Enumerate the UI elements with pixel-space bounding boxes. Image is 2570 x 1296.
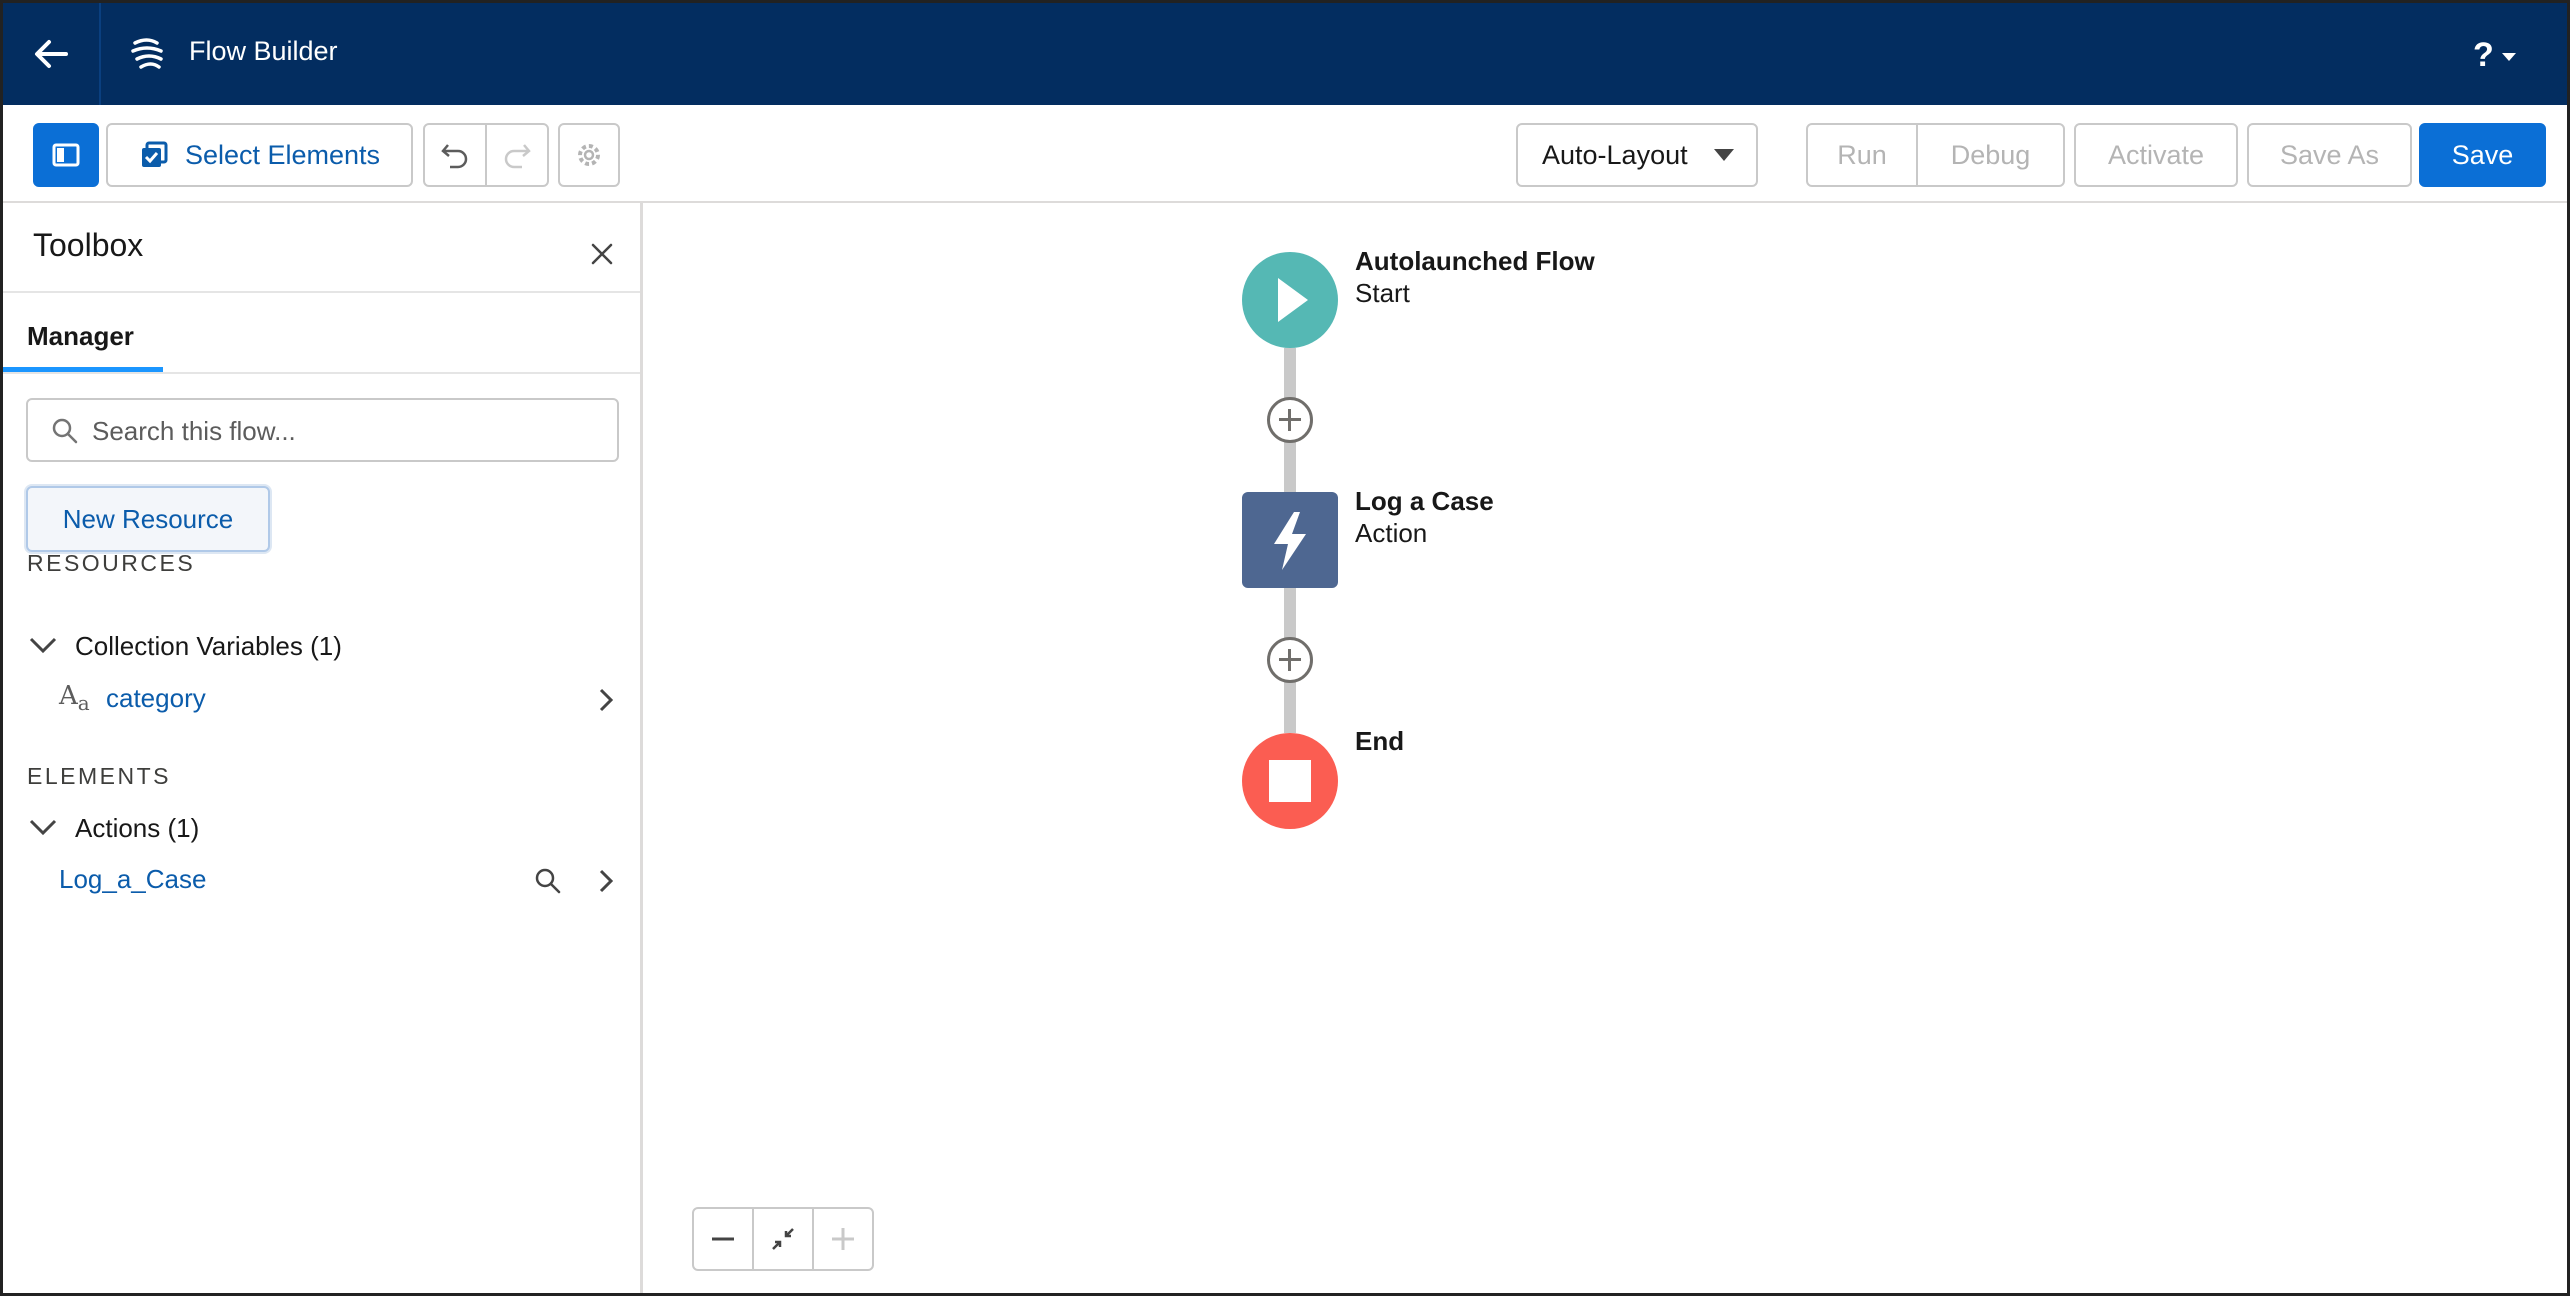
text-type-icon: Aa	[59, 681, 90, 715]
zoom-out-icon	[712, 1237, 734, 1241]
collection-variables-group[interactable]: Collection Variables (1)	[3, 621, 640, 671]
resources-heading: RESOURCES	[27, 550, 196, 576]
resource-link[interactable]: category	[106, 683, 206, 714]
chevron-down-icon	[29, 637, 57, 654]
search-flow-input[interactable]	[92, 412, 592, 450]
group-label: Collection Variables (1)	[75, 631, 342, 661]
run-button[interactable]: Run	[1806, 123, 1918, 187]
search-icon[interactable]	[533, 866, 563, 896]
app-title: Flow Builder	[189, 36, 338, 66]
toolbox-title: Toolbox	[33, 227, 144, 263]
fit-to-view-button[interactable]	[752, 1207, 814, 1271]
start-node[interactable]	[1242, 252, 1338, 348]
flow-builder-window: Flow Builder ? Select Elements Auto-Layo…	[0, 0, 2570, 1296]
save-as-button[interactable]: Save As	[2247, 123, 2412, 187]
add-element-button[interactable]	[1267, 637, 1313, 683]
arrow-left-icon	[35, 40, 68, 68]
fit-to-view-icon	[772, 1228, 794, 1250]
zoom-out-button[interactable]	[692, 1207, 754, 1271]
new-resource-button[interactable]: New Resource	[26, 486, 270, 552]
chevron-right-icon[interactable]	[597, 687, 615, 713]
add-element-button[interactable]	[1267, 397, 1313, 443]
element-link[interactable]: Log_a_Case	[59, 864, 206, 895]
element-item-log-a-case[interactable]: Log_a_Case	[3, 854, 640, 906]
layout-mode-select[interactable]: Auto-Layout	[1516, 123, 1758, 187]
save-button[interactable]: Save	[2419, 123, 2546, 187]
node-subtitle: Start	[1355, 278, 1410, 308]
chevron-right-icon[interactable]	[597, 868, 615, 894]
toolbar: Select Elements Auto-Layout Run Debug Ac…	[3, 105, 2567, 203]
stop-icon	[1269, 760, 1311, 802]
flow-settings-button[interactable]	[558, 123, 620, 187]
help-icon: ?	[2473, 35, 2494, 74]
lightning-icon	[1274, 512, 1306, 570]
zoom-in-icon	[832, 1228, 854, 1250]
app-header: Flow Builder ?	[3, 3, 2567, 105]
toolbox-panel: Toolbox Manager New Resource RESOURCES C…	[3, 203, 643, 1293]
actions-group[interactable]: Actions (1)	[3, 803, 640, 853]
help-menu-button[interactable]: ?	[2473, 33, 2516, 77]
activate-button[interactable]: Activate	[2074, 123, 2238, 187]
select-checkbox-icon	[141, 141, 168, 167]
tab-manager-label: Manager	[27, 321, 134, 351]
caret-down-icon	[2501, 53, 2516, 61]
divider	[3, 372, 640, 374]
node-title: Log a Case	[1355, 486, 1494, 516]
undo-icon	[441, 144, 468, 169]
node-subtitle: Action	[1355, 518, 1428, 548]
debug-button[interactable]: Debug	[1916, 123, 2065, 187]
select-elements-label: Select Elements	[184, 139, 381, 170]
layout-mode-value: Auto-Layout	[1542, 139, 1688, 170]
resource-item-category[interactable]: Aa category	[3, 673, 640, 725]
redo-icon	[504, 144, 531, 169]
gear-icon	[578, 144, 600, 166]
chevron-down-icon	[29, 819, 57, 836]
close-icon[interactable]	[587, 239, 617, 269]
back-button[interactable]	[3, 3, 101, 105]
zoom-controls	[692, 1207, 874, 1271]
search-icon	[52, 418, 78, 444]
node-title: End	[1355, 726, 1405, 756]
end-node[interactable]	[1242, 733, 1338, 829]
panel-left-icon	[52, 143, 80, 167]
elements-heading: ELEMENTS	[27, 763, 171, 789]
flow-canvas[interactable]	[646, 203, 2567, 1293]
flow-icon	[131, 38, 163, 69]
caret-down-icon	[1714, 149, 1734, 161]
action-node[interactable]	[1242, 492, 1338, 588]
undo-button[interactable]	[423, 123, 487, 187]
node-title: Autolaunched Flow	[1355, 246, 1595, 276]
group-label: Actions (1)	[75, 813, 200, 843]
play-icon	[1278, 278, 1308, 322]
redo-button[interactable]	[485, 123, 549, 187]
search-flow-field	[26, 398, 619, 462]
tab-manager[interactable]: Manager	[3, 293, 163, 373]
zoom-in-button[interactable]	[812, 1207, 874, 1271]
toggle-toolbox-button[interactable]	[33, 123, 99, 187]
select-elements-button[interactable]: Select Elements	[106, 123, 413, 187]
